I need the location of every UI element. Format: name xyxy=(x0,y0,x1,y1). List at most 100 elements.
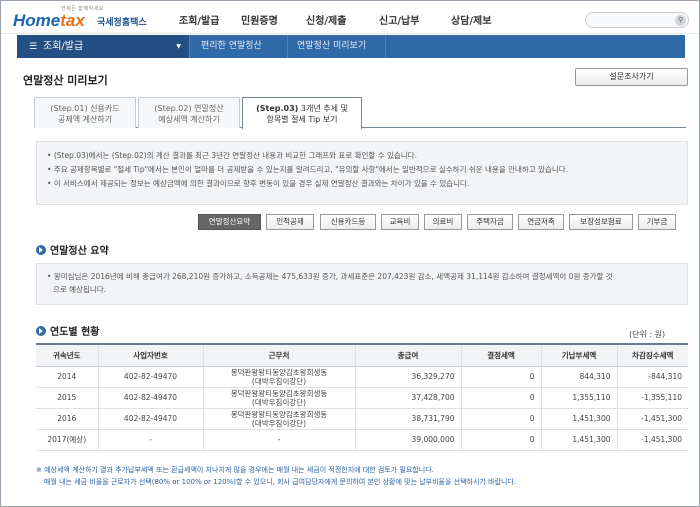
cell-biz-no: 402-82-49470 xyxy=(97,408,203,430)
tab-step-01[interactable]: (Step.01) 신용카드 공제액 계산하기 xyxy=(34,97,136,128)
top-header: 언제든 함께하세요 Hometax 국세청홈택스 조회/발급 민원증명 신청/제… xyxy=(1,1,699,34)
summary-text-cont: 으로 예상됩니다. xyxy=(53,285,107,294)
tab-step-number: (Step.03) xyxy=(256,104,299,113)
info-line: • (Step.03)에서는 (Step.02)의 계산 결과를 최근 3년간 … xyxy=(47,151,417,160)
summary-text: • 왕미심님은 2016년에 비해 총급여가 268,210원 증가하고, 소득… xyxy=(47,272,613,281)
col-year: 귀속년도 xyxy=(36,344,98,367)
tab-label-line2: 예상세액 계산하기 xyxy=(158,115,220,124)
category-education-button[interactable]: 교육비 xyxy=(381,214,419,230)
summary-box: • 왕미심님은 2016년에 비해 총급여가 268,210원 증가하고, 소득… xyxy=(36,263,688,305)
tab-label: 신용카드 xyxy=(90,104,120,113)
cell-decided: 0 xyxy=(460,366,541,388)
yearly-section-title: 연도별 현황 xyxy=(36,323,99,338)
cell-diff: -1,451,300 xyxy=(616,408,688,430)
cell-gross: 36,329,270 xyxy=(354,366,461,388)
footnote: ※ 예상세액 계산하기 결과 추가납부세액 또는 환급세액이 지나치게 많을 경… xyxy=(36,464,688,488)
cell-decided: 0 xyxy=(460,429,541,451)
cell-biz-no: 402-82-49470 xyxy=(97,366,203,388)
cell-year: 2014 xyxy=(36,366,98,388)
cell-workplace: 봉덕판왕왕티동양김초왕희생동 (대박우침이강단) xyxy=(202,366,355,388)
category-summary-button[interactable]: 연말정산요약 xyxy=(198,214,261,230)
arrow-circle-icon xyxy=(36,326,46,336)
gnb-item-filing[interactable]: 신고/납부 xyxy=(379,12,451,27)
gnb-item-certificate[interactable]: 민원증명 xyxy=(241,12,306,27)
cell-prepaid: 1,451,300 xyxy=(540,429,617,451)
search-icon[interactable]: ⚲ xyxy=(675,15,686,26)
footnote-line: ※ 예상세액 계산하기 결과 추가납부세액 또는 환급세액이 지나치게 많을 경… xyxy=(36,466,434,474)
yearly-table: 귀속년도 사업자번호 근무처 총급여 결정세액 기납부세액 차감징수세액 201… xyxy=(36,343,688,451)
nav-menu-dropdown[interactable]: ☰ 조회/발급 ▼ xyxy=(17,35,189,58)
cell-gross: 37,428,700 xyxy=(354,387,461,409)
page-title: 연말정산 미리보기 xyxy=(23,74,108,87)
hometax-logo[interactable]: 언제든 함께하세요 Hometax 국세청홈택스 xyxy=(11,5,161,31)
category-insurance-button[interactable]: 보장성보험료 xyxy=(569,214,633,230)
cell-year: 2016 xyxy=(36,408,98,430)
table-row: 2014 402-82-49470 봉덕판왕왕티동양김초왕희생동 (대박우침이강단… xyxy=(36,366,688,388)
cell-year: 2015 xyxy=(36,387,98,409)
category-medical-button[interactable]: 의료비 xyxy=(424,214,462,230)
tab-label-line2: 항목별 절세 Tip 보기 xyxy=(266,115,338,124)
tab-label: 연말정산 xyxy=(194,104,224,113)
cell-prepaid: 844,310 xyxy=(540,366,617,388)
nav-divider xyxy=(385,35,395,58)
search-input[interactable]: ⚲ xyxy=(585,12,689,28)
gnb-item-application[interactable]: 신청/제출 xyxy=(306,12,379,27)
cell-workplace: 봉덕판왕왕티동양김초왕희생동 (대박우침이강단) xyxy=(202,408,355,430)
cell-biz-no: - xyxy=(97,429,203,451)
footnote-line: 매월 내는 세금 비율을 근로자가 선택(80% or 100% or 120%… xyxy=(44,478,517,486)
table-header-row: 귀속년도 사업자번호 근무처 총급여 결정세액 기납부세액 차감징수세액 xyxy=(36,344,688,367)
step-tabs: (Step.01) 신용카드 공제액 계산하기 (Step.02) 연말정산 예… xyxy=(34,97,686,129)
cell-biz-no: 402-82-49470 xyxy=(97,387,203,409)
col-decided-tax: 결정세액 xyxy=(460,344,541,367)
nav-menu-label: 조회/발급 xyxy=(43,41,84,52)
cell-decided: 0 xyxy=(460,408,541,430)
col-prepaid-tax: 기납부세액 xyxy=(540,344,617,367)
nav-divider xyxy=(189,35,199,58)
breadcrumb-easy-yearend[interactable]: 편리한 연말정산 xyxy=(201,35,262,58)
cell-decided: 0 xyxy=(460,387,541,409)
cell-diff: -1,451,300 xyxy=(616,429,688,451)
category-housing-button[interactable]: 주택자금 xyxy=(467,214,513,230)
col-difference: 차감징수세액 xyxy=(616,344,688,367)
tab-label-line2: 공제액 계산하기 xyxy=(57,115,113,124)
cell-prepaid: 1,355,110 xyxy=(540,387,617,409)
category-donation-button[interactable]: 기부금 xyxy=(638,214,676,230)
cell-prepaid: 1,451,300 xyxy=(540,408,617,430)
location-bar: ☰ 조회/발급 ▼ 편리한 연말정산 연말정산 미리보기 xyxy=(17,35,685,58)
cell-workplace: - xyxy=(202,429,355,451)
col-biz-no: 사업자번호 xyxy=(97,344,203,367)
category-pension-button[interactable]: 연금저축 xyxy=(518,214,564,230)
category-personal-button[interactable]: 인적공제 xyxy=(266,214,314,230)
gnb-item-inquiry[interactable]: 조회/발급 xyxy=(179,12,241,27)
nav-divider xyxy=(287,35,297,58)
tab-step-number: (Step.02) xyxy=(154,104,192,113)
tab-step-03[interactable]: (Step.03) 3개년 추세 및 항목별 절세 Tip 보기 xyxy=(242,97,362,129)
breadcrumb-preview[interactable]: 연말정산 미리보기 xyxy=(297,35,366,58)
menu-icon: ☰ xyxy=(29,42,38,52)
tab-step-number: (Step.01) xyxy=(50,104,88,113)
table-row: 2017(예상) - - 39,000,000 0 1,451,300 -1,4… xyxy=(36,429,688,451)
gnb-item-consult[interactable]: 상담/제보 xyxy=(451,12,511,27)
caret-down-icon: ▼ xyxy=(176,43,181,50)
cell-diff: -1,355,110 xyxy=(616,387,688,409)
cell-year: 2017(예상) xyxy=(36,429,98,451)
unit-label: (단위 : 원) xyxy=(629,330,666,339)
table-row: 2016 402-82-49470 봉덕판왕왕티동양김초왕희생동 (대박우침이강단… xyxy=(36,408,688,430)
tab-label: 3개년 추세 및 xyxy=(300,104,348,113)
cell-gross: 38,731,790 xyxy=(354,408,461,430)
col-workplace: 근무처 xyxy=(202,344,355,367)
category-creditcard-button[interactable]: 신용카드등 xyxy=(320,214,376,230)
cell-diff: -844,310 xyxy=(616,366,688,388)
global-nav: 조회/발급 민원증명 신청/제출 신고/납부 상담/제보 xyxy=(179,12,511,27)
info-box: • (Step.03)에서는 (Step.02)의 계산 결과를 최근 3년간 … xyxy=(36,141,688,205)
survey-button[interactable]: 설문조사가기 xyxy=(575,68,688,86)
table-row: 2015 402-82-49470 봉덕판왕왕티동양김초왕희생동 (대박우침이강단… xyxy=(36,387,688,409)
info-line: • 이 서비스에서 제공되는 정보는 예상금액에 의한 결과이므로 향후 변동이… xyxy=(47,179,470,188)
info-line: • 주요 공제항목별로 "절세 Tip"에서는 본인이 얼마를 더 공제받을 수… xyxy=(47,165,569,174)
col-gross: 총급여 xyxy=(354,344,461,367)
cell-gross: 39,000,000 xyxy=(354,429,461,451)
logo-subtitle: 국세청홈택스 xyxy=(97,18,147,28)
arrow-circle-icon xyxy=(36,245,46,255)
summary-section-title: 연말정산 요약 xyxy=(36,242,109,257)
tab-step-02[interactable]: (Step.02) 연말정산 예상세액 계산하기 xyxy=(138,97,240,128)
